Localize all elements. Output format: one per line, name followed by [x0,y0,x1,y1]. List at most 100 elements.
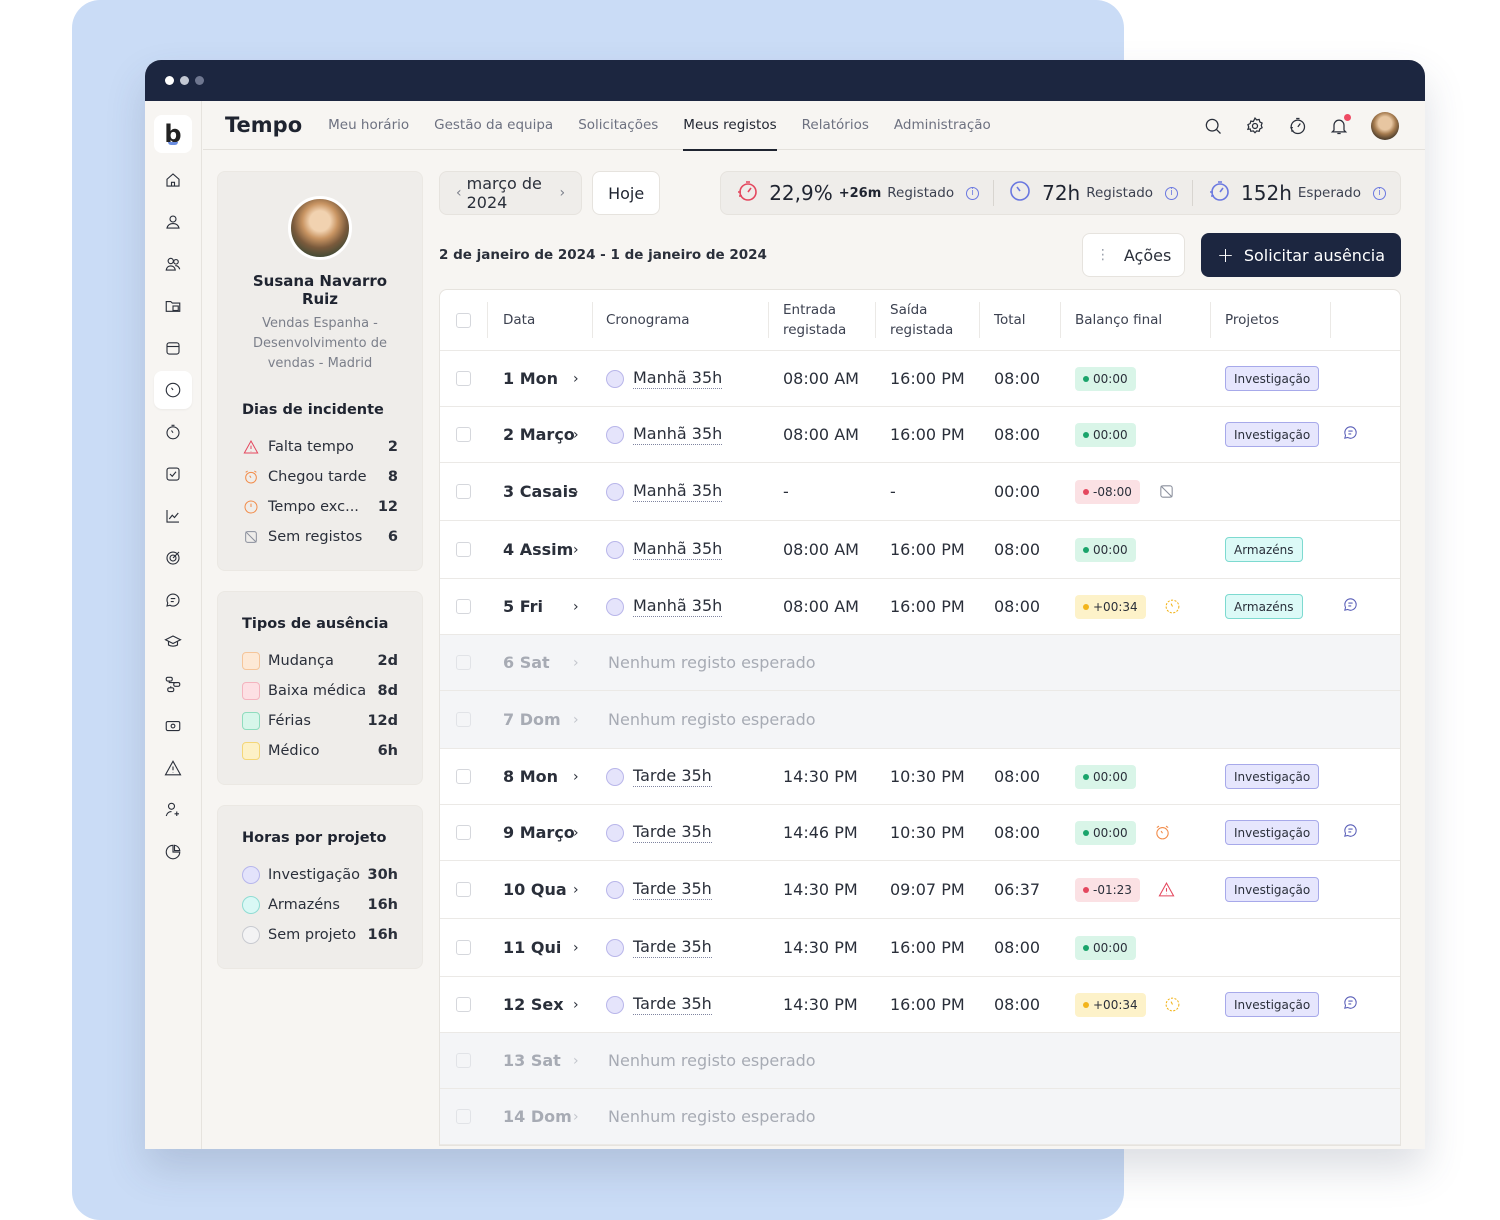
comment-icon[interactable] [1342,424,1359,445]
sidebar-item-chart-line[interactable] [154,497,192,535]
absence-type-item[interactable]: Férias 12d [242,706,398,736]
sidebar-item-user[interactable] [154,203,192,241]
window-close-dot[interactable] [165,76,174,85]
project-tag[interactable]: Investigação [1225,820,1320,845]
row-checkbox[interactable] [456,940,471,955]
info-icon[interactable]: i [1165,186,1179,200]
row-checkbox[interactable] [456,825,471,840]
project-tag[interactable]: Armazéns [1225,537,1303,562]
table-row[interactable]: 4 Assim › Manhã 35h 08:00 AM 16:00 PM 08:00 00… [440,521,1400,579]
chevron-right-icon[interactable]: › [573,882,579,898]
column-header-projects[interactable]: Projetos [1210,290,1330,350]
project-tag[interactable]: Armazéns [1225,594,1303,619]
row-checkbox[interactable] [456,484,471,499]
chevron-right-icon[interactable]: › [573,484,579,500]
sidebar-item-checkbox[interactable] [154,455,192,493]
sidebar-item-stopwatch[interactable] [154,413,192,451]
chevron-right-icon[interactable]: › [573,427,579,443]
sidebar-item-clock[interactable] [154,371,192,409]
schedule-name[interactable]: Tarde 35h [633,822,712,843]
absence-type-item[interactable]: Médico 6h [242,736,398,766]
sidebar-item-warning[interactable] [154,749,192,787]
schedule-name[interactable]: Manhã 35h [633,539,723,560]
table-row[interactable]: 9 Março › Tarde 35h 14:46 PM 10:30 PM 08:00 00… [440,805,1400,861]
column-header-total[interactable]: Total [979,290,1060,350]
schedule-name[interactable]: Tarde 35h [633,994,712,1015]
gear-icon[interactable] [1245,116,1265,136]
nav-tab[interactable]: Gestão da equipa [434,101,553,150]
row-checkbox[interactable] [456,882,471,897]
select-all-checkbox[interactable] [456,312,471,328]
chevron-right-icon[interactable]: › [573,825,579,841]
project-tag[interactable]: Investigação [1225,877,1320,902]
brand-logo[interactable]: b [154,115,192,153]
chevron-right-icon[interactable]: › [573,371,579,387]
project-hours-item[interactable]: Sem projeto 16h [242,920,398,950]
absence-type-item[interactable]: Baixa médica 8d [242,676,398,706]
window-maximize-dot[interactable] [195,76,204,85]
nav-tab[interactable]: Relatórios [802,101,869,150]
schedule-name[interactable]: Manhã 35h [633,481,723,502]
table-row[interactable]: 10 Qua › Tarde 35h 14:30 PM 09:07 PM 06:37 -01… [440,861,1400,919]
sidebar-item-target[interactable] [154,539,192,577]
sidebar-item-money[interactable] [154,707,192,745]
schedule-name[interactable]: Tarde 35h [633,766,712,787]
table-row[interactable]: 13 Sat › Nenhum registo esperado [440,1033,1400,1089]
bell-icon[interactable] [1329,113,1351,136]
row-checkbox[interactable] [456,371,471,386]
sidebar-item-workflow[interactable] [154,665,192,703]
overtime-clock-icon[interactable] [1164,996,1182,1014]
sidebar-item-users[interactable] [154,245,192,283]
row-checkbox[interactable] [456,769,471,784]
chevron-right-icon[interactable]: › [573,997,579,1013]
project-tag[interactable]: Investigação [1225,366,1320,391]
search-icon[interactable] [1203,116,1223,136]
chevron-right-icon[interactable]: › [573,712,579,728]
project-tag[interactable]: Investigação [1225,992,1320,1017]
schedule-name[interactable]: Manhã 35h [633,424,723,445]
chevron-right-icon[interactable]: › [573,542,579,558]
alarm-icon[interactable] [1154,824,1172,842]
column-header-balance[interactable]: Balanço final [1060,290,1210,350]
table-row[interactable]: 5 Fri › Manhã 35h 08:00 AM 16:00 PM 08:00 +00:… [440,579,1400,635]
row-checkbox[interactable] [456,1109,471,1124]
no-record-icon[interactable] [1158,483,1176,501]
nav-tab[interactable]: Solicitações [578,101,658,150]
row-checkbox[interactable] [456,1053,471,1068]
today-button[interactable]: Hoje [592,171,661,215]
row-checkbox[interactable] [456,599,471,614]
project-tag[interactable]: Investigação [1225,764,1320,789]
sidebar-item-pie-chart[interactable] [154,833,192,871]
column-header-clock-out[interactable]: Saída registada [875,290,979,350]
info-icon[interactable]: i [966,186,980,200]
incident-item[interactable]: Tempo exc... 12 [242,492,398,522]
sidebar-item-home[interactable] [154,161,192,199]
window-minimize-dot[interactable] [180,76,189,85]
comment-icon[interactable] [1342,994,1359,1015]
table-row[interactable]: 14 Dom › Nenhum registo esperado [440,1089,1400,1145]
schedule-name[interactable]: Manhã 35h [633,368,723,389]
project-tag[interactable]: Investigação [1225,422,1320,447]
incident-item[interactable]: Sem registos 6 [242,522,398,552]
comment-icon[interactable] [1342,822,1359,843]
schedule-name[interactable]: Manhã 35h [633,596,723,617]
nav-tab[interactable]: Meus registos [683,101,777,151]
chevron-left-icon[interactable]: ‹ [456,185,462,201]
nav-tab[interactable]: Meu horário [328,101,409,150]
absence-type-item[interactable]: Mudança 2d [242,646,398,676]
chevron-right-icon[interactable]: › [573,940,579,956]
chevron-right-icon[interactable]: › [573,1053,579,1069]
warning-icon[interactable] [1158,881,1176,899]
sidebar-item-graduation-cap[interactable] [154,623,192,661]
actions-button[interactable]: ⋮ Ações [1082,233,1186,277]
column-header-schedule[interactable]: Cronograma [592,290,768,350]
nav-tab[interactable]: Administração [894,101,991,150]
project-hours-item[interactable]: Investigação 30h [242,860,398,890]
schedule-name[interactable]: Tarde 35h [633,879,712,900]
sidebar-item-user-add[interactable] [154,791,192,829]
column-header-clock-in[interactable]: Entrada registada [768,290,875,350]
row-checkbox[interactable] [456,427,471,442]
schedule-name[interactable]: Tarde 35h [633,937,712,958]
column-header-date[interactable]: Data [487,290,592,350]
row-checkbox[interactable] [456,712,471,727]
